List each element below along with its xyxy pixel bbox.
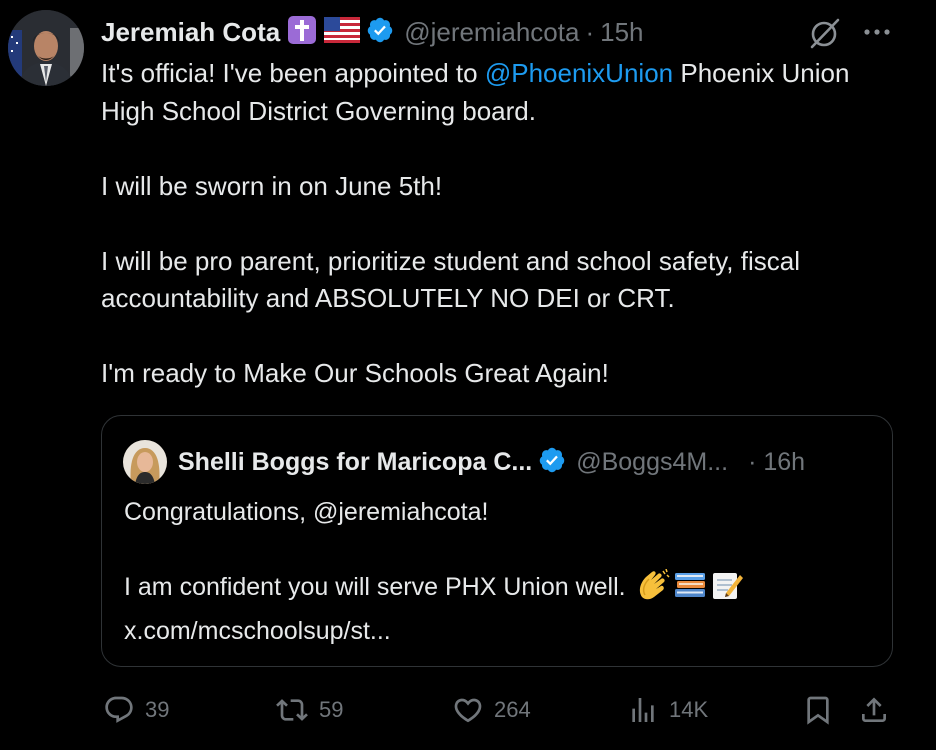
header-separator: · (585, 16, 595, 47)
share-button[interactable] (858, 690, 900, 730)
tweet-timestamp[interactable]: 15h (600, 17, 643, 48)
quoted-author-avatar[interactable] (123, 440, 167, 484)
tweet-paragraph-2: I will be sworn in on June 5th! (101, 170, 443, 201)
quoted-tweet-timestamp[interactable]: · 16h (748, 448, 805, 477)
mention-link[interactable]: @PhoenixUnion (485, 58, 673, 88)
views-icon (632, 698, 654, 722)
quoted-text-segment: I am confident you will serve PHX Union … (124, 573, 626, 601)
views-button[interactable]: 14K (627, 690, 708, 730)
quoted-avatar-image (123, 440, 167, 484)
tweet-paragraph-3: I will be pro parent, prioritize student… (101, 245, 800, 314)
reply-button[interactable]: 39 (103, 690, 169, 730)
tweet-paragraph-1: It's officia! I've been appointed to @Ph… (101, 55, 901, 130)
like-button[interactable]: 264 (452, 690, 531, 730)
cross-emoji-icon (287, 15, 317, 50)
heart-icon (454, 698, 482, 723)
tweet-action-bar: 39 59 264 14K (0, 690, 936, 730)
author-name[interactable]: Jeremiah Cota (101, 17, 280, 48)
bookmark-icon (807, 696, 829, 725)
quoted-tweet-header: Shelli Boggs for Maricopa C... @Boggs4M.… (178, 444, 805, 480)
quoted-author-handle[interactable]: @Boggs4M... (576, 448, 728, 477)
bookmark-button[interactable] (802, 690, 844, 730)
author-avatar[interactable] (8, 10, 84, 86)
tweet-text: It's officia! I've been appointed to @Ph… (101, 55, 901, 393)
books-emoji-icon (673, 569, 707, 613)
grok-icon[interactable] (808, 16, 842, 50)
repost-icon (276, 699, 308, 721)
avatar-image (8, 10, 84, 86)
reply-icon (105, 696, 133, 723)
verified-badge-icon[interactable] (538, 446, 566, 479)
tweet-paragraph-4: I'm ready to Make Our Schools Great Agai… (101, 358, 609, 388)
quoted-tweet-card[interactable]: Shelli Boggs for Maricopa C... @Boggs4M.… (101, 415, 893, 667)
quoted-paragraph-1: Congratulations, @jeremiahcota! (124, 498, 489, 526)
clapping-hands-emoji-icon (636, 568, 670, 613)
more-options-icon[interactable] (860, 18, 894, 46)
quoted-author-name[interactable]: Shelli Boggs for Maricopa C... (178, 448, 532, 477)
verified-badge-icon[interactable] (366, 16, 394, 49)
views-count: 14K (669, 697, 709, 722)
share-icon (862, 697, 886, 722)
us-flag-icon (324, 16, 361, 48)
tweet-text-segment: It's officia! I've been appointed to (101, 58, 485, 88)
reply-count: 39 (145, 697, 170, 722)
repost-count: 59 (319, 697, 344, 722)
repost-button[interactable]: 59 (275, 690, 343, 730)
memo-emoji-icon (710, 569, 744, 613)
tweet-header: Jeremiah Cota @jeremiahcota · 15h (101, 13, 644, 51)
quoted-paragraph-2: I am confident you will serve PHX Union … (124, 568, 864, 613)
quoted-tweet-text: Congratulations, @jeremiahcota! I am con… (124, 494, 864, 650)
like-count: 264 (494, 697, 531, 722)
quoted-link[interactable]: x.com/mcschoolsup/st... (124, 613, 864, 651)
author-handle[interactable]: @jeremiahcota (404, 17, 579, 48)
